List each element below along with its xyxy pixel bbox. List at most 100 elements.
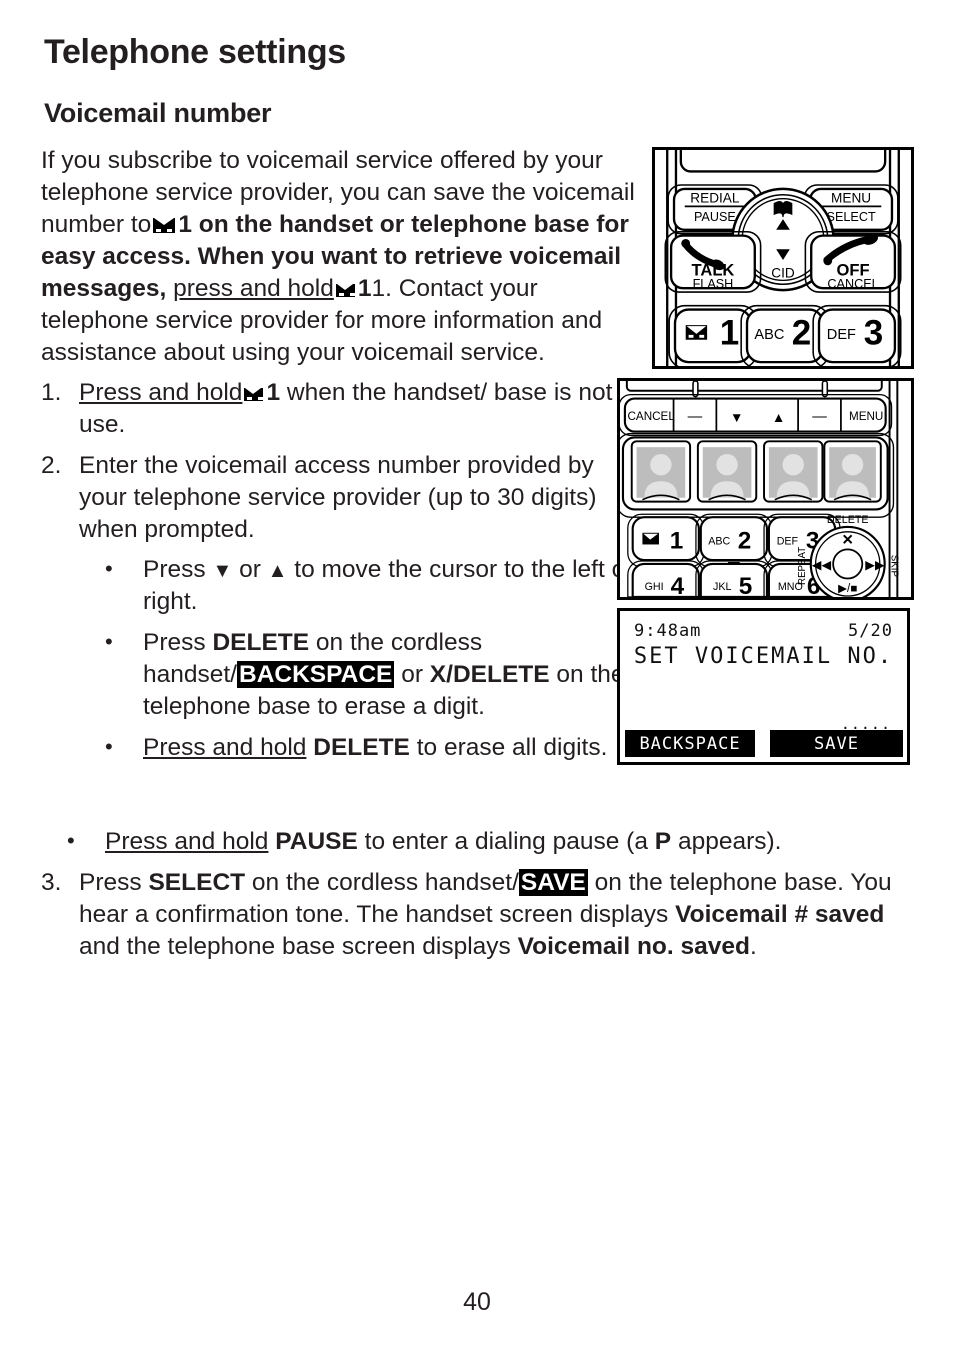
body-text-column: If you subscribe to voicemail service of…	[41, 145, 641, 773]
base-repeat-label: REPEAT	[797, 547, 808, 585]
base-key-4[interactable]: GHI 4	[627, 560, 705, 597]
key-2-letters: ABC	[754, 327, 784, 343]
pause-key-label: PAUSE	[275, 828, 358, 855]
lcd-panel: 9:48am 5/20 SET VOICEMAIL NO. ..... BACK…	[620, 611, 907, 762]
base-key-5[interactable]: JKL 5	[695, 560, 773, 597]
handset-key-off-cancel[interactable]: OFF CANCEL	[804, 230, 902, 293]
lcd-date: 5/20	[848, 621, 893, 641]
base-key-5-letters: JKL	[713, 581, 731, 593]
key-3-letters: DEF	[827, 327, 856, 343]
bullet-1-a: Press	[143, 556, 206, 583]
base-skip-label: SKIP	[889, 555, 900, 577]
chapter-title: Telephone settings	[44, 33, 346, 71]
menu-label: MENU	[831, 191, 871, 206]
bullet-2-a: Press	[143, 629, 206, 656]
base-key-1[interactable]: 1	[627, 513, 705, 568]
base-key-2[interactable]: ABC 2	[695, 513, 773, 568]
speed-dial-photo-2[interactable]	[696, 440, 758, 503]
handset-key-2[interactable]: ABC 2	[740, 304, 830, 366]
step-3-b: on the cordless handset/	[251, 869, 519, 896]
body-text-column-wide: • Press and hold PAUSE to enter a dialin…	[41, 826, 921, 972]
base-rewind-icon[interactable]: ◀◀	[812, 558, 832, 572]
section-title: Voicemail number	[44, 98, 272, 128]
bullet-3-rest: to erase all digits.	[416, 734, 608, 761]
base-play-stop-icon[interactable]: ▶/■	[838, 582, 857, 595]
bullet-dot: •	[67, 828, 75, 853]
step-3-a: Press	[79, 869, 142, 896]
bullet-dot: •	[105, 556, 113, 581]
handset-illustration: REDIAL PAUSE MENU SELECT CID TALK FLASH …	[664, 150, 902, 366]
base-key-2-digit: 2	[738, 527, 752, 554]
figure-base-screen: 9:48am 5/20 SET VOICEMAIL NO. ..... BACK…	[617, 608, 910, 765]
up-arrow-icon: ▲	[772, 410, 785, 425]
pause-char: P	[654, 828, 672, 855]
base-delete-x-icon[interactable]: ✕	[842, 532, 854, 548]
base-key-4-digit: 4	[671, 573, 685, 597]
cid-label: CID	[771, 265, 795, 280]
lcd-title: SET VOICEMAIL NO.	[633, 644, 894, 669]
document-page: Telephone settings Voicemail number If y…	[0, 0, 954, 1354]
lcd-softkey-save[interactable]: SAVE	[770, 730, 903, 757]
bullet-erase-digit: • Press DELETE on the cordless handset/B…	[79, 627, 641, 723]
step-3-e: and the telephone base screen displays	[79, 933, 511, 960]
base-display-text: Voicemail no. saved	[517, 933, 750, 960]
bullet-3-press-and-hold: Press and hold	[143, 734, 307, 761]
base-soft-key-row[interactable]: CANCEL — ▼ ▲ — MENU	[620, 393, 893, 437]
step-1-key: 1	[266, 379, 281, 406]
select-key-label: SELECT	[148, 869, 246, 896]
speed-dial-photo-3[interactable]	[763, 440, 824, 503]
base-illustration: CANCEL — ▼ ▲ — MENU 1 ABC 2 DEF 3 GHI 4 …	[620, 381, 900, 597]
delete-key-label: DELETE	[313, 734, 410, 761]
step-2-number: 2.	[41, 452, 62, 479]
step-2-bullets-continued: • Press and hold PAUSE to enter a dialin…	[41, 826, 921, 858]
figure-telephone-base: CANCEL — ▼ ▲ — MENU 1 ABC 2 DEF 3 GHI 4 …	[617, 378, 914, 600]
backspace-key-label: BACKSPACE	[237, 661, 395, 688]
step-1-press-and-hold: Press and hold	[79, 379, 243, 406]
cancel-label: CANCEL	[827, 277, 878, 291]
handset-display-text: Voicemail # saved	[675, 901, 885, 928]
envelope-icon	[153, 218, 176, 233]
base-key-1-digit: 1	[670, 527, 684, 554]
bullet-4-press-and-hold: Press and hold	[105, 828, 269, 855]
bullet-2-c: or	[401, 661, 423, 688]
numbered-steps-continued: 3. Press SELECT on the cordless handset/…	[41, 867, 921, 963]
lcd-softkey-backspace[interactable]: BACKSPACE	[625, 730, 755, 757]
bullet-1-or: or	[239, 556, 261, 583]
base-key-5-digit: 5	[739, 573, 753, 597]
intro-paragraph: If you subscribe to voicemail service of…	[41, 145, 641, 369]
bullet-dialing-pause: • Press and hold PAUSE to enter a dialin…	[41, 826, 921, 858]
bullet-dot: •	[105, 734, 113, 759]
envelope-icon	[685, 325, 708, 340]
base-key-2-letters: ABC	[708, 535, 730, 547]
base-softkey-dash-right: —	[812, 409, 827, 425]
step-3: 3. Press SELECT on the cordless handset/…	[41, 867, 921, 963]
speed-dial-photo-1[interactable]	[630, 440, 692, 503]
envelope-icon	[335, 284, 355, 297]
down-arrow-icon: ▼	[730, 410, 743, 425]
bullet-erase-all: • Press and hold DELETE to erase all dig…	[79, 732, 641, 764]
handset-key-1[interactable]: 1	[668, 304, 758, 366]
xdelete-key-label: X/DELETE	[429, 661, 550, 688]
base-speed-dial-row[interactable]	[620, 432, 895, 518]
bullet-cursor-move: • Press ▼ or ▲ to move the cursor to the…	[79, 554, 641, 618]
bullet-4-b: appears).	[677, 828, 782, 855]
save-key-label: SAVE	[518, 869, 588, 896]
handset-key-talk-flash[interactable]: TALK FLASH	[664, 230, 762, 293]
step-3-number: 3.	[41, 869, 62, 896]
press-and-hold-underline: press and hold	[173, 275, 334, 302]
pause-label: PAUSE	[694, 210, 736, 224]
base-softkey-menu: MENU	[849, 410, 883, 423]
select-label: SELECT	[827, 210, 876, 224]
envelope-icon	[642, 532, 659, 545]
figure-cordless-handset: REDIAL PAUSE MENU SELECT CID TALK FLASH …	[652, 147, 914, 369]
speed-dial-photo-4[interactable]	[823, 440, 882, 503]
bullet-4-a: to enter a dialing pause (a	[364, 828, 648, 855]
key-1-digit: 1	[720, 314, 739, 353]
down-arrow-icon: ▼	[212, 560, 233, 582]
redial-label: REDIAL	[690, 191, 740, 206]
numbered-steps: 1. Press and hold 1 when the handset/ bas…	[41, 377, 641, 764]
base-forward-icon[interactable]: ▶▶	[865, 558, 885, 572]
handset-key-3[interactable]: DEF 3	[812, 304, 902, 366]
flash-label: FLASH	[693, 277, 734, 291]
base-key-4-letters: GHI	[645, 581, 664, 593]
